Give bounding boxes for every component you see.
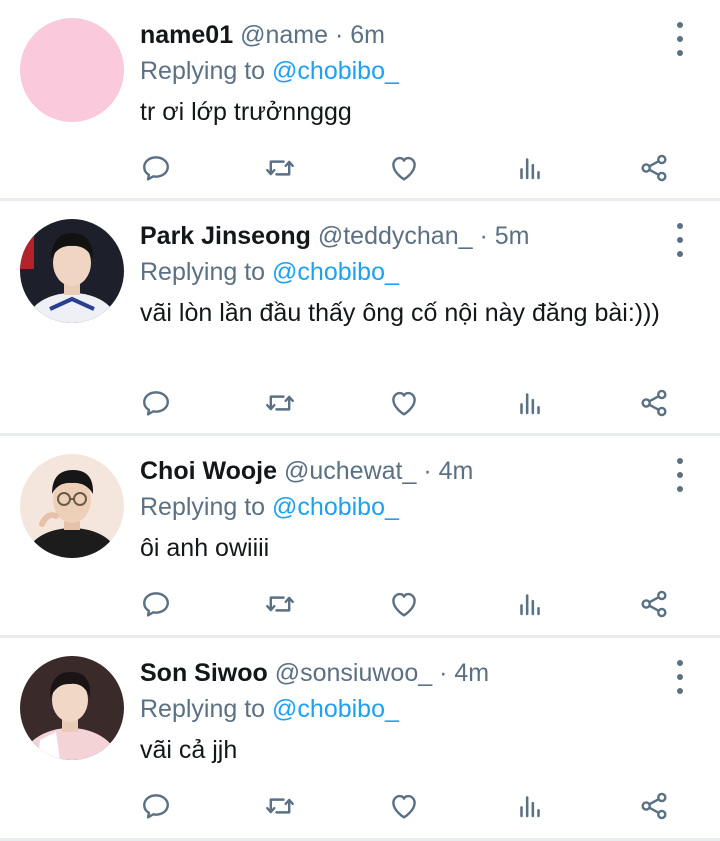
more-vertical-icon[interactable] — [670, 660, 690, 694]
analytics-button[interactable] — [512, 788, 548, 824]
action-bar — [140, 788, 700, 828]
retweet-button[interactable] — [262, 385, 298, 421]
analytics-button[interactable] — [512, 385, 548, 421]
like-icon — [392, 794, 416, 819]
reply-icon — [143, 794, 169, 819]
replying-to-label: Replying to — [140, 493, 266, 521]
display-name[interactable]: Son Siwoo — [140, 659, 268, 687]
user-handle: @name — [240, 21, 328, 49]
analytics-icon — [520, 796, 540, 818]
avatar[interactable] — [20, 454, 124, 558]
separator-dot: · — [479, 222, 488, 250]
avatar[interactable] — [20, 18, 124, 122]
like-icon — [392, 156, 416, 181]
reply-item[interactable]: name01 @name · 6m Replying to @chobibo_ … — [0, 0, 720, 201]
like-button[interactable] — [386, 150, 422, 186]
share-button[interactable] — [636, 586, 672, 622]
replying-to-mention[interactable]: @chobibo_ — [272, 258, 399, 286]
user-handle: @uchewat_ — [283, 457, 417, 485]
avatar[interactable] — [20, 219, 124, 323]
like-button[interactable] — [386, 586, 422, 622]
reply-item[interactable]: Park Jinseong @teddychan_ · 5m Replying … — [0, 201, 720, 436]
timestamp: 5m — [494, 222, 530, 250]
retweet-icon — [266, 596, 294, 612]
analytics-icon — [520, 393, 540, 415]
analytics-icon — [520, 594, 540, 616]
retweet-icon — [266, 160, 294, 176]
share-icon — [641, 154, 667, 182]
analytics-icon — [520, 158, 540, 180]
display-name[interactable]: Park Jinseong — [140, 222, 311, 250]
more-vertical-icon[interactable] — [670, 22, 690, 56]
user-handle: @teddychan_ — [317, 222, 473, 250]
user-handle: @sonsiuwoo_ — [274, 659, 433, 687]
replying-to-line: Replying to @chobibo_ — [140, 692, 700, 726]
replying-to-label: Replying to — [140, 57, 266, 85]
avatar[interactable] — [20, 656, 124, 760]
replying-to-line: Replying to @chobibo_ — [140, 490, 700, 524]
action-bar — [140, 385, 700, 425]
like-button[interactable] — [386, 788, 422, 824]
like-button[interactable] — [386, 385, 422, 421]
retweet-button[interactable] — [262, 150, 298, 186]
reply-button[interactable] — [138, 788, 174, 824]
more-vertical-icon[interactable] — [670, 458, 690, 492]
action-bar — [140, 150, 700, 190]
action-bar — [140, 586, 700, 626]
like-icon — [392, 592, 416, 617]
replying-to-line: Replying to @chobibo_ — [140, 54, 700, 88]
replying-to-mention[interactable]: @chobibo_ — [272, 493, 399, 521]
person-photo-avatar — [20, 219, 124, 323]
share-button[interactable] — [636, 385, 672, 421]
reply-item[interactable]: Son Siwoo @sonsiuwoo_ · 4m Replying to @… — [0, 638, 720, 841]
reply-button[interactable] — [138, 150, 174, 186]
reply-icon — [143, 156, 169, 181]
reply-text: ôi anh owiiii — [140, 534, 270, 562]
analytics-button[interactable] — [512, 150, 548, 186]
share-icon — [641, 792, 667, 820]
share-button[interactable] — [636, 788, 672, 824]
reply-text: tr ơi lớp trưởnnggg — [140, 98, 352, 126]
display-name[interactable]: Choi Wooje — [140, 457, 277, 485]
person-photo-avatar — [20, 454, 124, 558]
reply-icon — [143, 391, 169, 416]
more-vertical-icon[interactable] — [670, 223, 690, 257]
timestamp: 4m — [438, 457, 474, 485]
replying-to-label: Replying to — [140, 695, 266, 723]
replying-to-mention[interactable]: @chobibo_ — [272, 57, 399, 85]
replying-to-mention[interactable]: @chobibo_ — [272, 695, 399, 723]
retweet-button[interactable] — [262, 586, 298, 622]
timestamp: 4m — [454, 659, 490, 687]
reply-text: vãi cả jjh — [140, 736, 238, 764]
separator-dot: · — [334, 21, 344, 49]
person-photo-avatar — [20, 656, 124, 760]
retweet-button[interactable] — [262, 788, 298, 824]
reply-button[interactable] — [138, 385, 174, 421]
replying-to-line: Replying to @chobibo_ — [140, 255, 700, 289]
timestamp: 6m — [350, 21, 385, 49]
separator-dot: · — [439, 659, 448, 687]
share-icon — [641, 389, 667, 417]
share-icon — [641, 590, 667, 618]
like-icon — [392, 391, 416, 416]
separator-dot: · — [423, 457, 432, 485]
retweet-icon — [266, 395, 294, 411]
display-name[interactable]: name01 — [140, 21, 233, 49]
reply-text: vãi lòn lần đầu thấy ông cố nội này đăng… — [140, 299, 660, 327]
reply-icon — [143, 592, 169, 617]
reply-button[interactable] — [138, 586, 174, 622]
share-button[interactable] — [636, 150, 672, 186]
analytics-button[interactable] — [512, 586, 548, 622]
reply-item[interactable]: Choi Wooje @uchewat_ · 4m Replying to @c… — [0, 436, 720, 638]
retweet-icon — [266, 798, 294, 814]
replying-to-label: Replying to — [140, 258, 266, 286]
